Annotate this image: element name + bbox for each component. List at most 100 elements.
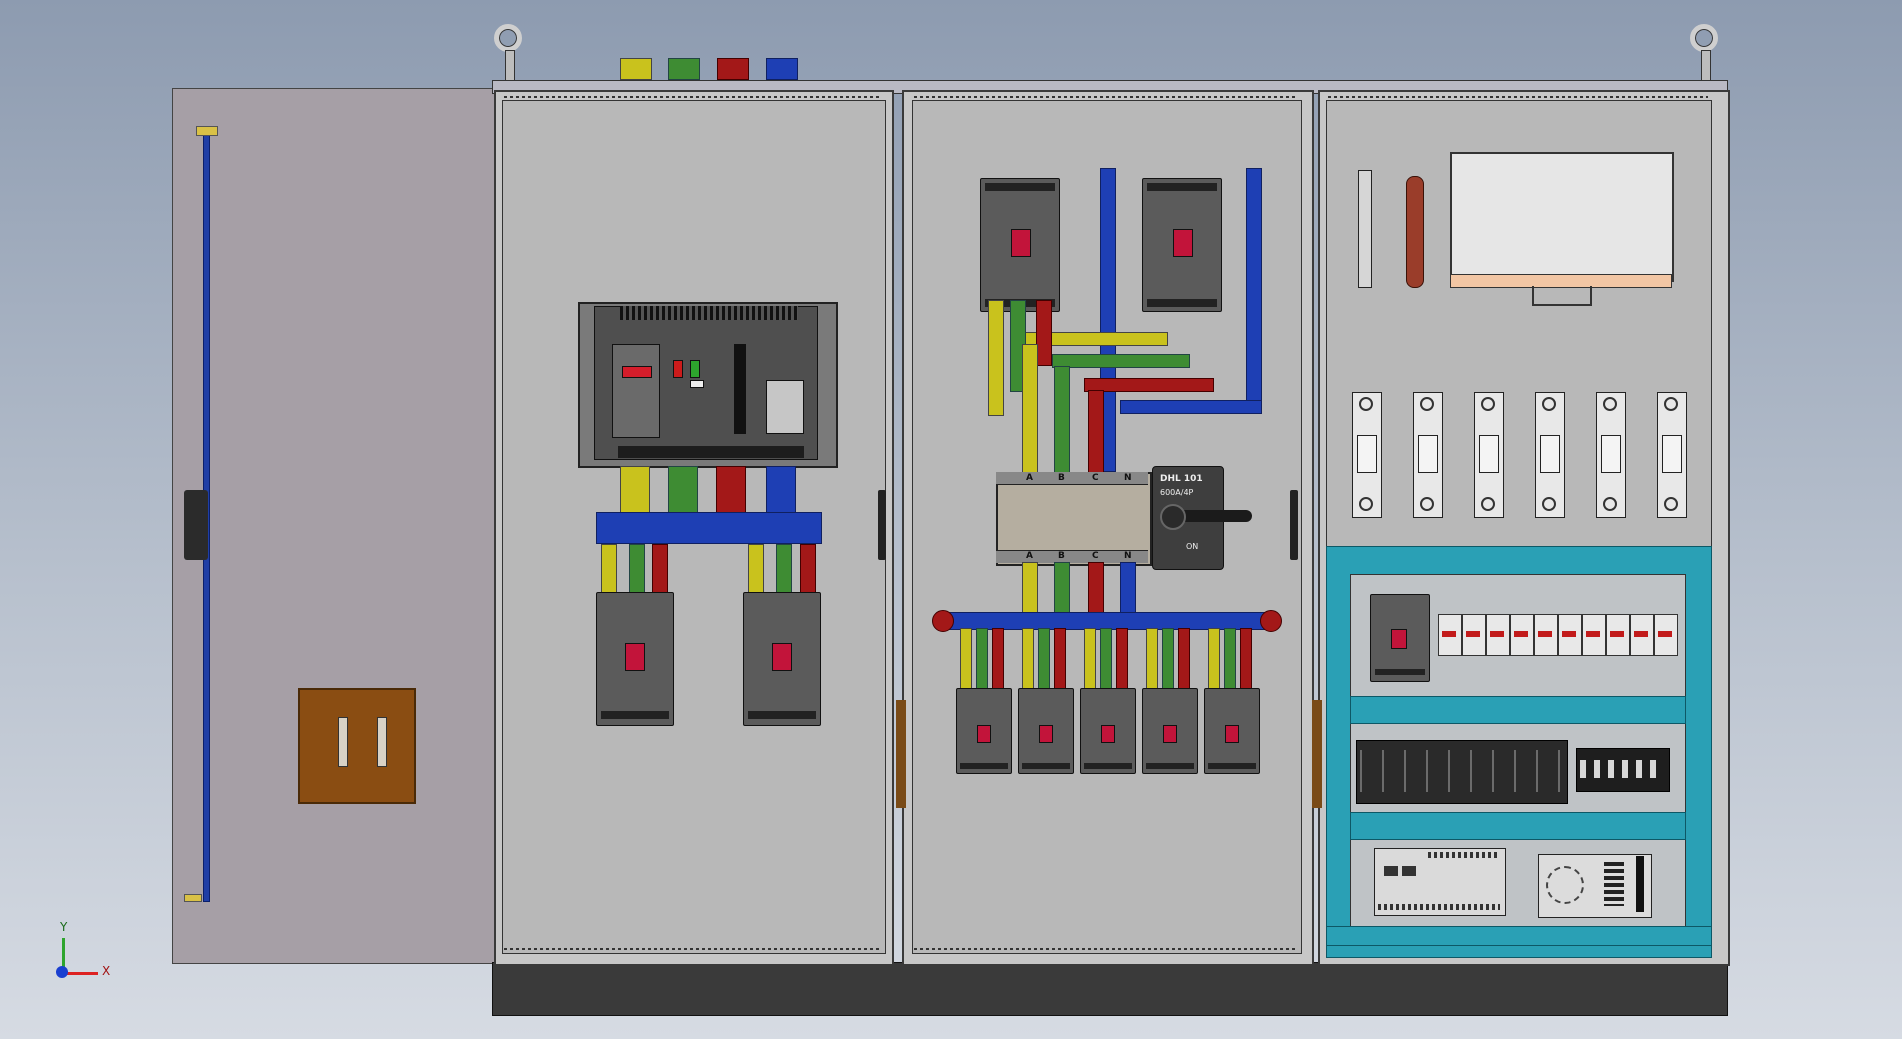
isolator-in-c	[1088, 390, 1104, 474]
plc-port-2[interactable]	[1402, 866, 1416, 876]
acb-busbar-b	[668, 466, 698, 514]
panel-2-incoming-breaker-right[interactable]	[1142, 178, 1222, 312]
mcb-toggle[interactable]	[1634, 631, 1648, 637]
breaker-toggle[interactable]	[977, 725, 991, 743]
fuse-bottom-terminal	[1603, 497, 1617, 511]
plc-io-strip-top	[1428, 852, 1500, 858]
breaker-toggle[interactable]	[1225, 725, 1239, 743]
mcb[interactable]	[1654, 614, 1678, 656]
lifting-eye-right	[1690, 24, 1718, 52]
panel-2-incoming-breaker-left[interactable]	[980, 178, 1060, 312]
mcb-toggle[interactable]	[1538, 631, 1552, 637]
mcb[interactable]	[1558, 614, 1582, 656]
fuse-top-terminal	[1481, 397, 1495, 411]
p1-drop-c-left	[652, 544, 668, 594]
outgoing-breaker[interactable]	[1204, 688, 1260, 774]
mcb-toggle[interactable]	[1610, 631, 1624, 637]
breaker-toggle[interactable]	[1011, 229, 1031, 257]
mcb[interactable]	[1438, 614, 1462, 656]
hinge-p1-p2	[896, 700, 906, 808]
breaker-toggle[interactable]	[1101, 725, 1115, 743]
panel-2-top-rail-dots	[914, 96, 1298, 98]
fuse-cartridge	[1662, 435, 1682, 473]
cabinet-plinth	[492, 962, 1728, 1016]
fuse-cartridge	[1540, 435, 1560, 473]
breaker-toggle[interactable]	[772, 643, 792, 671]
mcb-toggle[interactable]	[1658, 631, 1672, 637]
door-pocket-slot-left	[338, 717, 348, 767]
isolator-in-a	[1022, 344, 1038, 474]
acb-spring-indicator	[690, 380, 704, 388]
p1-drop-b-left	[629, 544, 645, 594]
outgoing-drop-c	[1240, 628, 1252, 690]
interconnect-c-vertical	[1036, 300, 1052, 366]
breaker-toggle[interactable]	[1391, 629, 1407, 649]
interconnect-b-horizontal	[1052, 354, 1190, 368]
mcb-toggle[interactable]	[1490, 631, 1504, 637]
din-row-1-mccb[interactable]	[1370, 594, 1430, 682]
door-pocket	[298, 688, 416, 804]
acb-off-button[interactable]	[690, 360, 700, 378]
breaker-toggle[interactable]	[625, 643, 645, 671]
panel-1-breaker-left[interactable]	[596, 592, 674, 726]
outgoing-breaker[interactable]	[956, 688, 1012, 774]
isolator-handle-knob[interactable]	[1160, 504, 1186, 530]
plc-port-1[interactable]	[1384, 866, 1398, 876]
isolator-phase-c-top: C	[1092, 473, 1099, 483]
isolator-phase-b-bottom: B	[1058, 551, 1065, 561]
panel-1-top-rail-dots	[504, 96, 880, 98]
fuse-holder[interactable]	[1352, 392, 1382, 518]
axis-triad-y-label: Y	[60, 920, 68, 934]
neutral-riser-right	[1246, 168, 1262, 410]
acb-on-button[interactable]	[673, 360, 683, 378]
mcb-toggle[interactable]	[1442, 631, 1456, 637]
fuse-holder[interactable]	[1413, 392, 1443, 518]
fuse-holder[interactable]	[1596, 392, 1626, 518]
mcb-toggle[interactable]	[1466, 631, 1480, 637]
outgoing-breaker[interactable]	[1018, 688, 1074, 774]
cable-duct-foot	[1532, 286, 1592, 306]
door-rod-bottom-cap	[184, 894, 202, 902]
mcb[interactable]	[1606, 614, 1630, 656]
acb-busbar-a	[620, 466, 650, 514]
plc-io-strip-bottom	[1378, 904, 1500, 910]
outgoing-drop-b	[976, 628, 988, 690]
mcb-toggle[interactable]	[1586, 631, 1600, 637]
mcb[interactable]	[1534, 614, 1558, 656]
fuse-cartridge	[1418, 435, 1438, 473]
fuse-holder[interactable]	[1657, 392, 1687, 518]
panel-1-breaker-right[interactable]	[743, 592, 821, 726]
interconnect-a-vertical	[988, 300, 1004, 416]
outgoing-drop-c	[992, 628, 1004, 690]
lifting-eye-right-stem	[1701, 50, 1711, 82]
axis-triad-origin	[56, 966, 68, 978]
acb-handle-slot[interactable]	[734, 344, 746, 434]
open-door[interactable]	[172, 88, 496, 964]
breaker-terminal-strip	[1208, 763, 1256, 769]
mcb[interactable]	[1582, 614, 1606, 656]
mcb[interactable]	[1630, 614, 1654, 656]
mcb-toggle[interactable]	[1562, 631, 1576, 637]
latch-p1[interactable]	[878, 490, 886, 560]
outgoing-drop-a	[960, 628, 972, 690]
panel-1-horizontal-busbar	[596, 512, 822, 544]
breaker-terminal-strip	[985, 183, 1055, 191]
fuse-holder[interactable]	[1535, 392, 1565, 518]
p1-drop-a-left	[601, 544, 617, 594]
outgoing-breaker[interactable]	[1142, 688, 1198, 774]
terminal-block-pattern	[1580, 760, 1664, 778]
fuse-holder[interactable]	[1474, 392, 1504, 518]
mcb-toggle[interactable]	[1514, 631, 1528, 637]
door-handle[interactable]	[184, 490, 208, 560]
mcb[interactable]	[1510, 614, 1534, 656]
breaker-toggle[interactable]	[1039, 725, 1053, 743]
breaker-toggle[interactable]	[1173, 229, 1193, 257]
fuse-cartridge	[1357, 435, 1377, 473]
breaker-toggle[interactable]	[1163, 725, 1177, 743]
fuse-bottom-terminal	[1420, 497, 1434, 511]
mcb[interactable]	[1462, 614, 1486, 656]
latch-p2[interactable]	[1290, 490, 1298, 560]
mcb[interactable]	[1486, 614, 1510, 656]
outgoing-drop-a	[1084, 628, 1096, 690]
outgoing-breaker[interactable]	[1080, 688, 1136, 774]
